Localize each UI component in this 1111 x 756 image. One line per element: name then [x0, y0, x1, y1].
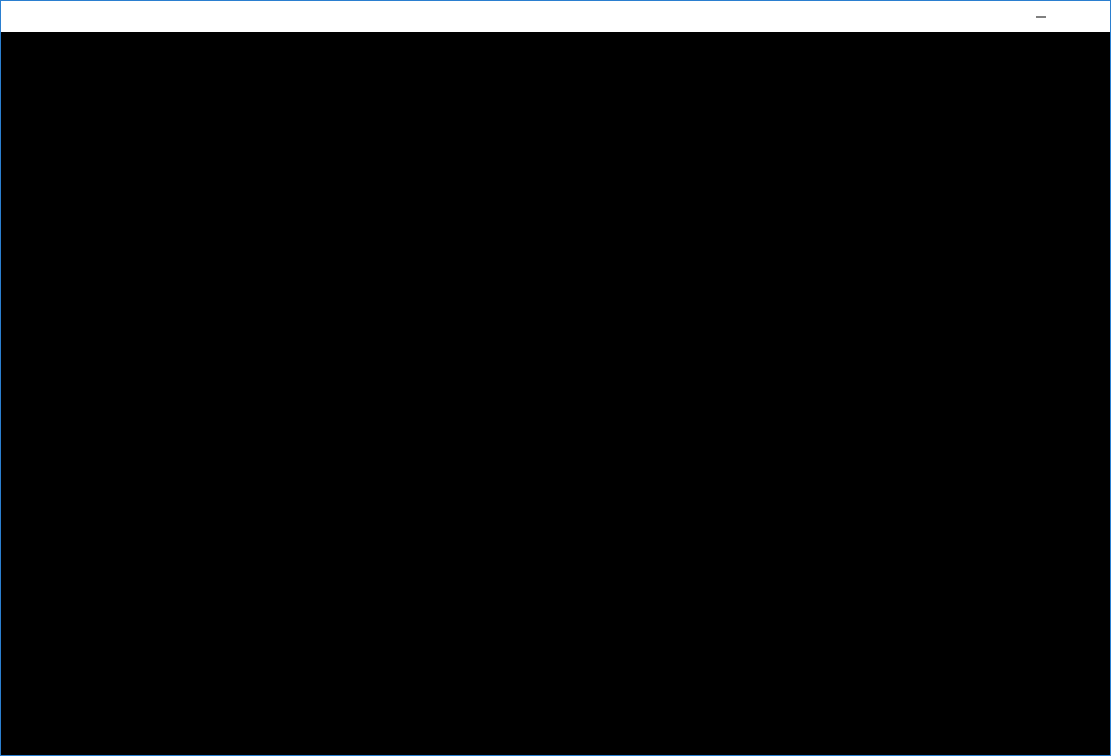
title-bar — [1, 1, 1110, 32]
app-window — [0, 0, 1111, 756]
